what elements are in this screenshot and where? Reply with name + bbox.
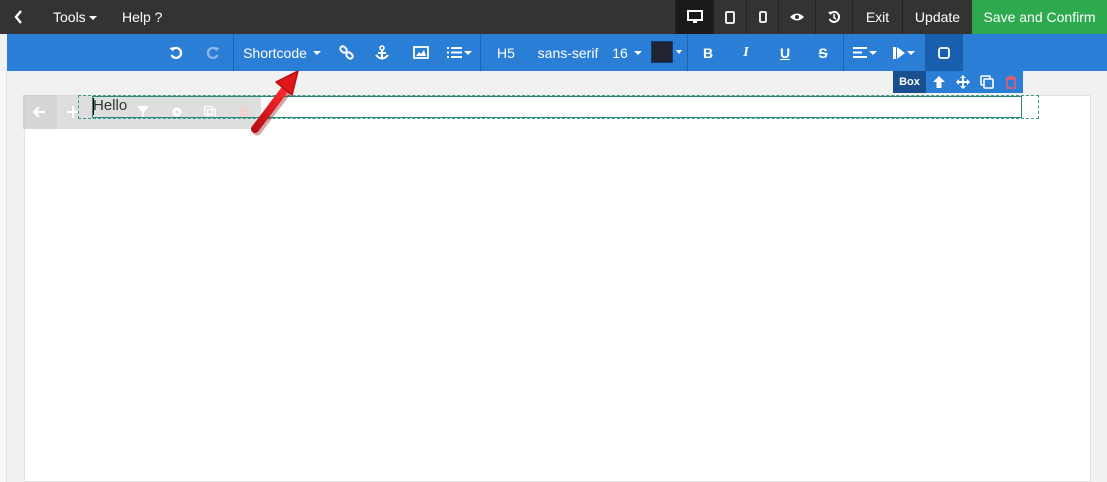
- text-cursor: [93, 98, 94, 115]
- arrow-left-icon: [32, 106, 45, 118]
- exit-label: Exit: [865, 9, 890, 25]
- tablet-view-button[interactable]: [713, 0, 746, 34]
- toolbar-divider: [233, 34, 234, 71]
- underline-button[interactable]: U: [774, 34, 796, 71]
- back-icon[interactable]: [13, 0, 33, 34]
- chevron-down-icon: [88, 16, 97, 21]
- update-button[interactable]: Update: [902, 0, 972, 34]
- left-gutter: [0, 71, 7, 482]
- undo-button[interactable]: [165, 34, 187, 71]
- chevron-down-icon: [312, 50, 321, 55]
- align-left-icon: [853, 47, 867, 58]
- history-icon: [828, 10, 841, 23]
- desktop-icon: [686, 10, 703, 23]
- chevron-down-icon: [463, 50, 472, 55]
- element-type-label: Box: [893, 71, 926, 93]
- chevron-down-icon[interactable]: [676, 50, 682, 54]
- shortcode-label: Shortcode: [243, 44, 307, 61]
- font-size-dropdown[interactable]: 16: [611, 34, 643, 71]
- link-button[interactable]: [335, 34, 357, 71]
- font-label: sans-serif: [537, 44, 599, 61]
- heading-label: H5: [497, 44, 515, 61]
- update-label: Update: [914, 9, 961, 25]
- annotation-arrow: [251, 70, 299, 136]
- box-toggle-button[interactable]: [925, 34, 963, 71]
- media-dropdown[interactable]: [889, 34, 919, 71]
- mobile-view-button[interactable]: [746, 0, 778, 34]
- toolbar-divider: [480, 34, 481, 71]
- hello-text[interactable]: Hello: [93, 97, 127, 114]
- bold-button[interactable]: B: [697, 34, 719, 71]
- chevron-down-icon: [869, 50, 877, 55]
- selected-text-box[interactable]: [92, 96, 1022, 118]
- ghost-back-button: [23, 95, 57, 129]
- square-icon: [938, 46, 950, 59]
- mobile-icon: [758, 11, 767, 23]
- image-button[interactable]: [410, 34, 432, 71]
- editor-canvas[interactable]: [24, 95, 1091, 482]
- element-toolbar: Box: [893, 71, 1023, 93]
- heading-dropdown[interactable]: H5: [491, 34, 521, 71]
- editor-toolbar: Shortcode H5 sans-serif 16 B I U S: [7, 34, 1107, 71]
- save-and-confirm-button[interactable]: Save and Confirm: [972, 0, 1107, 34]
- help-link[interactable]: Help ?: [122, 0, 162, 34]
- trash-icon[interactable]: [1004, 75, 1018, 89]
- chevron-down-icon: [907, 50, 915, 55]
- chevron-down-icon: [633, 50, 642, 55]
- move-icon[interactable]: [956, 75, 970, 89]
- font-family-dropdown[interactable]: sans-serif: [535, 34, 601, 71]
- anchor-button[interactable]: [371, 34, 393, 71]
- size-label: 16: [612, 44, 628, 61]
- tools-label: Tools: [53, 9, 86, 25]
- redo-icon: [206, 46, 220, 59]
- preview-button[interactable]: [778, 0, 815, 34]
- toolbar-divider: [843, 34, 844, 71]
- link-icon: [338, 45, 354, 60]
- exit-button[interactable]: Exit: [852, 0, 902, 34]
- eye-icon: [790, 13, 804, 21]
- list-icon: [446, 47, 462, 58]
- copy-icon[interactable]: [980, 75, 994, 89]
- image-icon: [413, 46, 429, 59]
- align-dropdown[interactable]: [849, 34, 881, 71]
- desktop-view-button[interactable]: [675, 0, 713, 34]
- history-button[interactable]: [815, 0, 852, 34]
- strikethrough-button[interactable]: S: [812, 34, 834, 71]
- undo-icon: [169, 46, 183, 59]
- italic-button[interactable]: I: [735, 34, 757, 71]
- help-label: Help ?: [122, 9, 163, 25]
- tablet-icon: [725, 10, 735, 24]
- toolbar-divider: [687, 34, 688, 71]
- list-dropdown[interactable]: [444, 34, 474, 71]
- redo-button[interactable]: [202, 34, 224, 71]
- text-color-swatch[interactable]: [651, 41, 673, 63]
- arrow-up-icon[interactable]: [932, 75, 946, 89]
- top-bar: Tools Help ? Exit Update Save and Confir…: [0, 0, 1107, 34]
- anchor-icon: [375, 44, 389, 59]
- media-icon: [893, 46, 905, 59]
- tools-menu[interactable]: Tools: [53, 0, 97, 34]
